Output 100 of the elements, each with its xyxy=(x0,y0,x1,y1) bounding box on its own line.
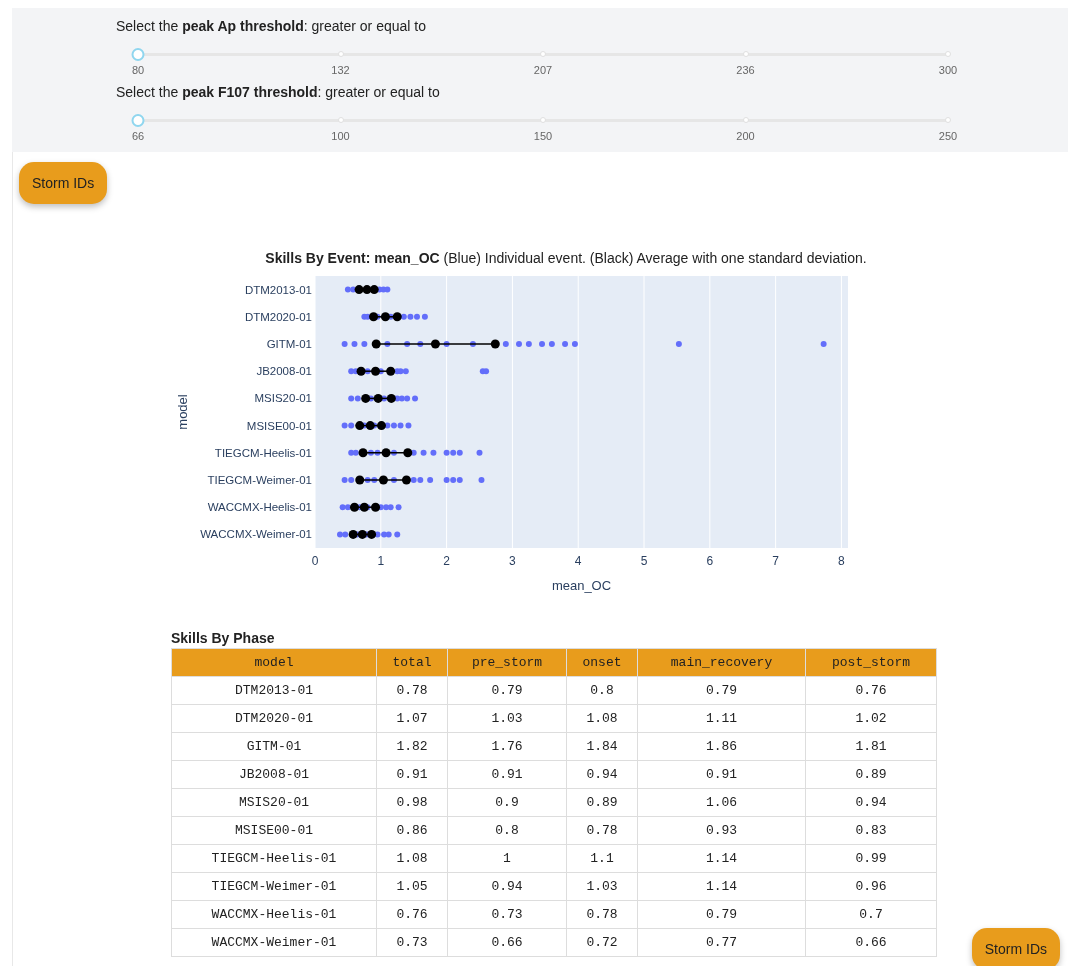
table-cell: 0.93 xyxy=(637,816,806,845)
table-cell: 0.94 xyxy=(805,788,937,817)
table-cell: 1.03 xyxy=(566,872,638,901)
table-cell: 0.78 xyxy=(376,676,448,705)
x-tick-label: 2 xyxy=(443,554,450,568)
table-cell: DTM2013-01 xyxy=(171,676,377,705)
y-tick-label: MSIS20-01 xyxy=(254,392,312,405)
table-cell: 0.79 xyxy=(637,676,806,705)
table-cell: 0.94 xyxy=(447,872,567,901)
table-cell: TIEGCM-Heelis-01 xyxy=(171,844,377,873)
table-cell: TIEGCM-Weimer-01 xyxy=(171,872,377,901)
table-cell: WACCMX-Heelis-01 xyxy=(171,900,377,929)
slider-mark: 300 xyxy=(938,64,958,76)
table-cell: 1.14 xyxy=(637,872,806,901)
x-tick-label: 8 xyxy=(838,554,845,568)
table-cell: 1.84 xyxy=(566,732,638,761)
column-header: model xyxy=(171,648,377,677)
chart-title: Skills By Event: mean_OC (Blue) Individual event. (Black) Average with one standard deviation. xyxy=(264,250,868,266)
table-cell: 0.8 xyxy=(566,676,638,705)
slider-mark: 66 xyxy=(131,130,145,142)
y-tick-label: WACCMX-Weimer-01 xyxy=(200,528,312,541)
table-cell: 1.08 xyxy=(376,844,448,873)
x-tick-label: 6 xyxy=(706,554,714,568)
table-cell: 0.94 xyxy=(566,760,638,789)
table-cell: 0.76 xyxy=(805,676,937,705)
table-cell: 1.86 xyxy=(637,732,806,761)
table-cell: MSISE00-01 xyxy=(171,816,377,845)
table-cell: 0.83 xyxy=(805,816,937,845)
table-cell: 1.14 xyxy=(637,844,806,873)
table-cell: 0.76 xyxy=(376,900,448,929)
table-cell: JB2008-01 xyxy=(171,760,377,789)
table-cell: DTM2020-01 xyxy=(171,704,377,733)
table-cell: 0.66 xyxy=(805,928,937,957)
table-cell: 1.06 xyxy=(637,788,806,817)
table-cell: 1.76 xyxy=(447,732,567,761)
y-tick-label: TIEGCM-Heelis-01 xyxy=(214,446,312,459)
table-cell: 0.66 xyxy=(447,928,567,957)
table-cell: 1.07 xyxy=(376,704,448,733)
table-cell: 0.79 xyxy=(637,900,806,929)
y-tick-label: WACCMX-Heelis-01 xyxy=(207,501,312,514)
table-cell: 0.9 xyxy=(447,788,567,817)
table-cell: 1.02 xyxy=(805,704,937,733)
table-cell: 0.73 xyxy=(376,928,448,957)
slider-mark: 200 xyxy=(736,130,755,142)
table-cell: 0.78 xyxy=(566,816,638,845)
column-header: total xyxy=(376,648,448,677)
table-title: Skills By Phase xyxy=(171,630,276,646)
table-cell: 0.89 xyxy=(805,760,937,789)
y-tick-label: MSISE00-01 xyxy=(246,419,312,432)
table-cell: 0.79 xyxy=(447,676,567,705)
slider-label: Select the peak F107 threshold: greater or equal to xyxy=(116,84,441,100)
slider-mark: 150 xyxy=(533,130,553,142)
table-cell: 0.96 xyxy=(805,872,937,901)
slider-mark: 236 xyxy=(736,64,755,76)
table-cell: 0.91 xyxy=(447,760,567,789)
table-cell: 0.8 xyxy=(447,816,567,845)
y-tick-label: DTM2020-01 xyxy=(244,310,312,323)
y-tick-label: JB2008-01 xyxy=(256,365,312,378)
x-tick-label: 5 xyxy=(640,554,648,568)
slider-mark: 250 xyxy=(938,130,958,142)
table-cell: 0.73 xyxy=(447,900,567,929)
slider-mark: 100 xyxy=(331,130,350,142)
table-cell: 0.98 xyxy=(376,788,448,817)
x-tick-label: 3 xyxy=(509,554,516,568)
table-cell: 0.7 xyxy=(805,900,937,929)
table-cell: 1.11 xyxy=(637,704,806,733)
table-cell: 1.05 xyxy=(376,872,448,901)
table-cell: 1.03 xyxy=(447,704,567,733)
table-cell: 0.77 xyxy=(637,928,806,957)
table-cell: 0.91 xyxy=(637,760,806,789)
column-header: pre_storm xyxy=(447,648,567,677)
slider-mark: 132 xyxy=(331,64,350,76)
y-tick-label: TIEGCM-Weimer-01 xyxy=(207,474,312,486)
table-cell: 1.81 xyxy=(805,732,937,761)
slider-mark: 207 xyxy=(533,64,553,76)
x-tick-label: 4 xyxy=(574,554,582,568)
table-cell: MSIS20-01 xyxy=(171,788,377,817)
table-cell: 1 xyxy=(447,844,567,873)
x-tick-label: 1 xyxy=(377,554,385,568)
column-header: onset xyxy=(566,648,638,677)
table-cell: GITM-01 xyxy=(171,732,377,761)
table-cell: WACCMX-Weimer-01 xyxy=(171,928,377,957)
table-cell: 0.91 xyxy=(376,760,448,789)
table-cell: 1.08 xyxy=(566,704,638,733)
slider-label: Select the peak Ap threshold: greater or equal to xyxy=(116,18,427,34)
table-cell: 0.78 xyxy=(566,900,638,929)
y-axis-title: model xyxy=(175,394,190,430)
table-cell: 0.86 xyxy=(376,816,448,845)
column-header: main_recovery xyxy=(637,648,806,677)
table-cell: 1.1 xyxy=(566,844,638,873)
table-cell: 0.89 xyxy=(566,788,638,817)
y-tick-label: DTM2013-01 xyxy=(244,283,312,296)
table-cell: 1.82 xyxy=(376,732,448,761)
x-tick-label: 0 xyxy=(311,554,319,568)
y-tick-label: GITM-01 xyxy=(266,338,312,350)
slider-mark: 80 xyxy=(131,64,145,76)
table-cell: 0.72 xyxy=(566,928,638,957)
x-tick-label: 7 xyxy=(772,554,779,568)
table-cell: 0.99 xyxy=(805,844,937,873)
x-axis-title: mean_OC xyxy=(551,578,612,593)
